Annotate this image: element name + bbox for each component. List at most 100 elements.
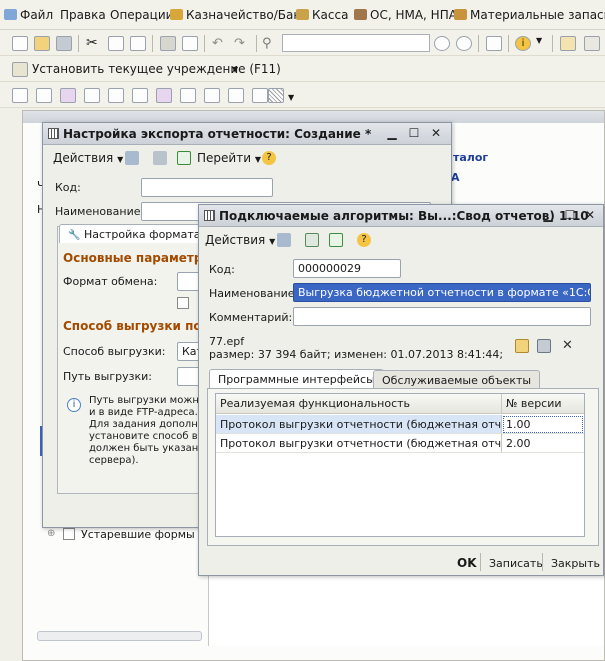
menu-treasury[interactable]: Казначейство/Банк <box>170 8 308 22</box>
set-organization-button[interactable]: Установить текущее учреждение (F11) <box>32 62 281 76</box>
table-row-2-version[interactable]: 2.00 <box>502 434 584 453</box>
tab-program-interfaces[interactable]: Программные интерфейсы <box>209 369 384 389</box>
chevron-down-icon[interactable]: ▼ <box>536 36 552 51</box>
treasury-icon <box>170 9 183 20</box>
tab-format-settings[interactable]: 🔧 Настройка формата <box>59 224 210 243</box>
button-separator <box>480 553 481 571</box>
algo-comment-label: Комментарий: <box>209 311 293 324</box>
algo-name-input[interactable]: Выгрузка бюджетной отчетности в формате … <box>293 283 591 302</box>
refresh-icon[interactable] <box>177 151 191 165</box>
close-button[interactable]: Закрыть <box>551 557 600 570</box>
report-icon[interactable] <box>60 88 76 103</box>
menu-file[interactable]: Файл <box>4 8 53 22</box>
report-icon[interactable] <box>180 88 196 103</box>
help-icon[interactable]: ? <box>262 151 276 165</box>
tree-item-obsolete-forms[interactable]: ⊕ Устаревшие формы отч <box>47 525 218 545</box>
refresh-icon[interactable] <box>329 233 343 247</box>
open-folder-icon[interactable] <box>34 36 50 51</box>
horizontal-scrollbar[interactable] <box>37 631 202 641</box>
menu-fixed-assets[interactable]: ОС, НМА, НПА <box>354 8 457 22</box>
ok-button[interactable]: OK <box>457 556 477 570</box>
redo-icon[interactable]: ↷ <box>234 36 250 51</box>
report-icon[interactable] <box>132 88 148 103</box>
close-icon[interactable]: ✕ <box>429 126 443 140</box>
menu-cash[interactable]: Касса <box>296 8 348 22</box>
tab-served-objects[interactable]: Обслуживаемые объекты <box>373 370 541 389</box>
cash-icon <box>296 9 309 20</box>
clear-icon[interactable]: ✕ <box>562 338 573 353</box>
report-icon[interactable] <box>156 88 172 103</box>
tree-item-checkbox[interactable] <box>63 528 75 540</box>
save-close-icon[interactable] <box>153 151 167 165</box>
report-icon[interactable] <box>108 88 124 103</box>
save-icon[interactable] <box>125 151 139 165</box>
interfaces-table[interactable]: Реализуемая функциональность № версии Пр… <box>215 393 585 537</box>
maximize-icon[interactable]: ☐ <box>407 126 421 140</box>
windows-icon[interactable] <box>486 36 502 51</box>
close-icon[interactable]: ✕ <box>583 208 597 222</box>
table-row-1-version[interactable]: 1.00 <box>502 415 584 434</box>
report-icon[interactable] <box>36 88 52 103</box>
algo-code-input[interactable]: 000000029 <box>293 259 401 278</box>
menu-edit[interactable]: Правка <box>60 8 106 22</box>
open-folder-icon[interactable] <box>515 339 529 353</box>
toolbar-separator <box>204 35 205 52</box>
export-path-label: Путь выгрузки: <box>63 370 152 383</box>
tab-format-label: Настройка формата <box>83 228 201 241</box>
column-header-functionality[interactable]: Реализуемая функциональность <box>216 394 502 414</box>
export-code-input[interactable] <box>141 178 273 197</box>
actions-menu-button[interactable]: Действия ▼ <box>205 233 275 247</box>
preview-icon[interactable] <box>182 36 198 51</box>
report-icon[interactable] <box>12 88 28 103</box>
menu-operations[interactable]: Операции <box>110 8 173 22</box>
search-icon[interactable]: ⚲ <box>262 36 278 51</box>
save-button[interactable]: Записать <box>489 557 543 570</box>
menu-materials-label: Материальные запасы <box>470 8 605 22</box>
report-icon[interactable] <box>252 88 268 103</box>
info-line: должен быть указан н <box>89 443 209 454</box>
algo-window-titlebar: Подключаемые алгоритмы: Вы...:Свод отчет… <box>199 205 603 227</box>
algo-comment-input[interactable] <box>293 307 591 326</box>
save-close-icon[interactable] <box>305 233 319 247</box>
toolbar-separator <box>478 35 479 52</box>
save-icon[interactable] <box>56 36 72 51</box>
calendar-icon[interactable] <box>560 36 576 51</box>
help-icon[interactable]: ? <box>357 233 371 247</box>
copy-icon[interactable] <box>108 36 124 51</box>
print-icon[interactable] <box>160 36 176 51</box>
format-option-checkbox[interactable] <box>177 297 189 309</box>
button-separator <box>542 553 543 571</box>
chevron-down-icon[interactable]: ▼ <box>232 65 238 74</box>
minimize-icon[interactable]: ▁ <box>385 126 399 140</box>
undo-icon[interactable]: ↶ <box>212 36 228 51</box>
goto-menu-button[interactable]: Перейти ▼ <box>197 151 261 165</box>
expand-icon[interactable]: ⊕ <box>47 528 55 539</box>
menu-materials[interactable]: Материальные запасы <box>454 8 605 22</box>
search-next-icon[interactable] <box>434 36 450 51</box>
new-document-icon[interactable] <box>12 36 28 51</box>
report-icon[interactable] <box>228 88 244 103</box>
table-row-1-functionality[interactable]: Протокол выгрузки отчетности (бюджетная … <box>216 415 502 434</box>
chevron-down-icon[interactable]: ▼ <box>288 93 294 102</box>
toolbar-separator <box>508 35 509 52</box>
report-icon[interactable] <box>84 88 100 103</box>
cut-icon[interactable]: ✂ <box>86 36 102 51</box>
save-icon[interactable] <box>277 233 291 247</box>
search-prev-icon[interactable] <box>456 36 472 51</box>
paste-icon[interactable] <box>130 36 146 51</box>
reports-toolbar: ▼ <box>0 82 605 108</box>
grid-icon[interactable] <box>268 88 284 103</box>
actions-menu-button[interactable]: Действия ▼ <box>53 151 123 165</box>
minimize-icon[interactable]: ▁ <box>541 208 555 222</box>
info-line: Путь выгрузки можно <box>89 395 206 406</box>
report-icon[interactable] <box>204 88 220 103</box>
calculator-icon[interactable] <box>584 36 600 51</box>
search-input[interactable] <box>282 34 430 52</box>
info-icon[interactable]: i <box>515 36 531 51</box>
save-icon[interactable] <box>537 339 551 353</box>
file-name: 77.epf <box>209 335 245 348</box>
column-header-version[interactable]: № версии <box>502 394 584 414</box>
table-row-2-functionality[interactable]: Протокол выгрузки отчетности (бюджетная … <box>216 434 502 453</box>
algo-window-title: Подключаемые алгоритмы: Вы...:Свод отчет… <box>219 209 589 223</box>
maximize-icon[interactable]: ☐ <box>563 208 577 222</box>
